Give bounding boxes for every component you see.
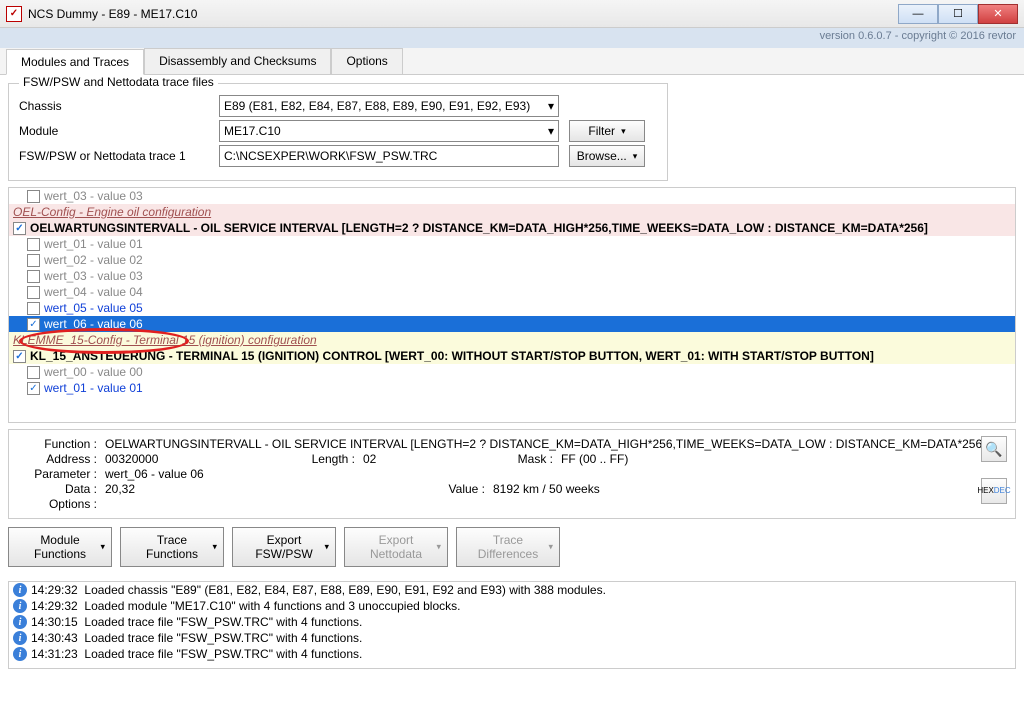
checkbox-icon[interactable]	[27, 238, 40, 251]
log-entry: i14:29:32 Loaded chassis "E89" (E81, E82…	[9, 582, 1015, 598]
titlebar: ✓ NCS Dummy - E89 - ME17.C10 — ☐ ✕	[0, 0, 1024, 28]
trace-differences-button[interactable]: Trace Differences▾	[456, 527, 560, 567]
list-item[interactable]: wert_04 - value 04	[9, 284, 1015, 300]
action-buttons: Module Functions▾ Trace Functions▾ Expor…	[8, 527, 1016, 567]
info-icon: i	[13, 583, 27, 597]
detail-label: Address :	[19, 452, 97, 466]
module-functions-button[interactable]: Module Functions▾	[8, 527, 112, 567]
info-icon: i	[13, 631, 27, 645]
detail-value: wert_06 - value 06	[105, 467, 204, 481]
chevron-down-icon: ▾	[548, 99, 554, 113]
trace1-input[interactable]	[219, 145, 559, 167]
tab-disassembly[interactable]: Disassembly and Checksums	[144, 48, 331, 74]
group-header-klemme: KLEMME_15-Config - Terminal 15 (ignition…	[9, 332, 1015, 348]
function-row[interactable]: ✓KL_15_ANSTEUERUNG - TERMINAL 15 (IGNITI…	[9, 348, 1015, 364]
chevron-down-icon: ▾	[324, 542, 329, 553]
filter-button[interactable]: Filter▾	[569, 120, 645, 142]
detail-label: Mask :	[503, 452, 553, 466]
chevron-down-icon: ▾	[548, 542, 553, 553]
detail-label: Function :	[19, 437, 97, 451]
window-title: NCS Dummy - E89 - ME17.C10	[28, 7, 197, 21]
chevron-down-icon: ▾	[633, 151, 638, 162]
log-entry: i14:31:23 Loaded trace file "FSW_PSW.TRC…	[9, 646, 1015, 662]
trace1-label: FSW/PSW or Nettodata trace 1	[19, 149, 219, 163]
magnify-button[interactable]: 🔍	[981, 436, 1007, 462]
log-entry: i14:29:32 Loaded module "ME17.C10" with …	[9, 598, 1015, 614]
group-legend: FSW/PSW and Nettodata trace files	[19, 75, 218, 89]
maximize-button[interactable]: ☐	[938, 4, 978, 24]
module-label: Module	[19, 124, 219, 138]
checkbox-icon[interactable]: ✓	[13, 222, 26, 235]
list-item[interactable]: wert_01 - value 01	[9, 236, 1015, 252]
chevron-down-icon: ▾	[212, 542, 217, 553]
list-item[interactable]: wert_03 - value 03	[9, 188, 1015, 204]
hexdec-button[interactable]: HEXDEC	[981, 478, 1007, 504]
export-fswpsw-button[interactable]: Export FSW/PSW▾	[232, 527, 336, 567]
close-button[interactable]: ✕	[978, 4, 1018, 24]
minimize-button[interactable]: —	[898, 4, 938, 24]
detail-value: OELWARTUNGSINTERVALL - OIL SERVICE INTER…	[105, 437, 985, 451]
chevron-down-icon: ▾	[100, 542, 105, 553]
version-bar: version 0.6.0.7 - copyright © 2016 revto…	[0, 28, 1024, 48]
chevron-down-icon: ▾	[621, 126, 626, 137]
info-icon: i	[13, 599, 27, 613]
checkbox-icon[interactable]	[27, 254, 40, 267]
checkbox-icon[interactable]: ✓	[13, 350, 26, 363]
log-entry: i14:30:15 Loaded trace file "FSW_PSW.TRC…	[9, 614, 1015, 630]
tab-options[interactable]: Options	[331, 48, 402, 74]
group-header-oel: OEL-Config - Engine oil configuration	[9, 204, 1015, 220]
chevron-down-icon: ▾	[548, 124, 554, 138]
export-nettodata-button[interactable]: Export Nettodata▾	[344, 527, 448, 567]
browse-button[interactable]: Browse...▾	[569, 145, 645, 167]
log-entry: i14:30:43 Loaded trace file "FSW_PSW.TRC…	[9, 630, 1015, 646]
list-item[interactable]: wert_00 - value 00	[9, 364, 1015, 380]
detail-value: 02	[363, 452, 503, 466]
checkbox-icon[interactable]: ✓	[27, 318, 40, 331]
info-icon: i	[13, 647, 27, 661]
trace-files-group: FSW/PSW and Nettodata trace files Chassi…	[8, 83, 668, 181]
list-item[interactable]: wert_05 - value 05	[9, 300, 1015, 316]
detail-label: Options :	[19, 497, 97, 511]
detail-label: Data :	[19, 482, 97, 496]
tab-bar: Modules and Traces Disassembly and Check…	[0, 48, 1024, 75]
module-combo[interactable]: ME17.C10▾	[219, 120, 559, 142]
detail-label: Length :	[295, 452, 355, 466]
list-item[interactable]: wert_02 - value 02	[9, 252, 1015, 268]
checkbox-icon[interactable]	[27, 270, 40, 283]
checkbox-icon[interactable]	[27, 190, 40, 203]
tab-modules[interactable]: Modules and Traces	[6, 49, 144, 75]
chassis-label: Chassis	[19, 99, 219, 113]
detail-value: 00320000	[105, 452, 295, 466]
trace-functions-button[interactable]: Trace Functions▾	[120, 527, 224, 567]
function-row[interactable]: ✓OELWARTUNGSINTERVALL - OIL SERVICE INTE…	[9, 220, 1015, 236]
search-icon: 🔍	[985, 441, 1002, 458]
functions-list[interactable]: wert_03 - value 03 OEL-Config - Engine o…	[8, 187, 1016, 423]
checkbox-icon[interactable]	[27, 286, 40, 299]
log-panel[interactable]: i14:29:32 Loaded chassis "E89" (E81, E82…	[8, 581, 1016, 669]
list-item-selected[interactable]: ✓wert_06 - value 06	[9, 316, 1015, 332]
chassis-combo[interactable]: E89 (E81, E82, E84, E87, E88, E89, E90, …	[219, 95, 559, 117]
checkbox-icon[interactable]	[27, 302, 40, 315]
detail-label: Parameter :	[19, 467, 97, 481]
chevron-down-icon: ▾	[436, 542, 441, 553]
detail-label: Value :	[435, 482, 485, 496]
info-icon: i	[13, 615, 27, 629]
detail-panel: Function : OELWARTUNGSINTERVALL - OIL SER…	[8, 429, 1016, 519]
detail-value: 8192 km / 50 weeks	[493, 482, 600, 496]
list-item[interactable]: ✓wert_01 - value 01	[9, 380, 1015, 396]
list-item[interactable]: wert_03 - value 03	[9, 268, 1015, 284]
detail-value: 20,32	[105, 482, 435, 496]
app-icon: ✓	[6, 6, 22, 22]
detail-value: FF (00 .. FF)	[561, 452, 628, 466]
checkbox-icon[interactable]: ✓	[27, 382, 40, 395]
checkbox-icon[interactable]	[27, 366, 40, 379]
